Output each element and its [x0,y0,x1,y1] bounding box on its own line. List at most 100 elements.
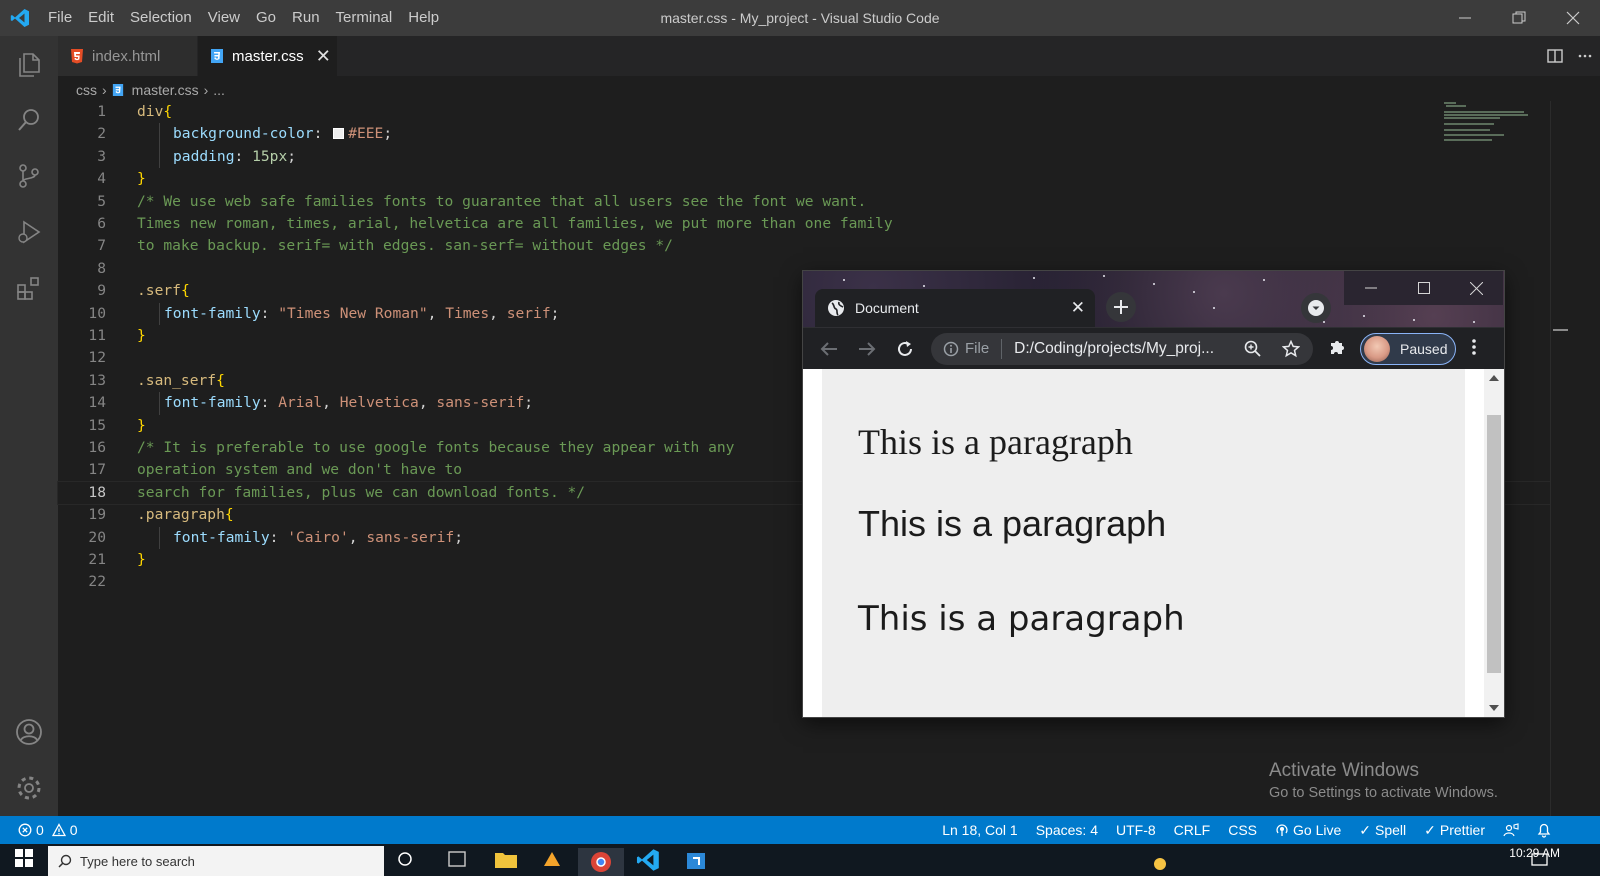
weather-icon[interactable] [1148,848,1172,872]
taskbar-search-box[interactable]: Type here to search [48,846,384,876]
menu-bar: File Edit Selection View Go Run Terminal… [40,0,447,36]
menu-terminal[interactable]: Terminal [328,0,401,36]
css-value: 'Cairo' [287,528,349,546]
menu-help[interactable]: Help [400,0,447,36]
menu-edit[interactable]: Edit [80,0,122,36]
browser-close-button[interactable] [1450,271,1503,305]
editor-scrollbar[interactable] [1550,101,1564,816]
line-number: 8 [97,259,106,277]
cursor-position[interactable]: Ln 18, Col 1 [933,822,1027,838]
settings-gear-icon[interactable] [0,760,58,816]
css-value: 15px [252,147,288,165]
reload-icon[interactable] [893,337,917,361]
widgets-icon[interactable] [446,848,470,872]
extensions-puzzle-icon[interactable] [1328,337,1348,361]
chrome-taskbar-icon[interactable] [578,848,624,876]
browser-menu-icon[interactable] [1471,337,1477,362]
breadcrumb: css › master.css › ... [76,80,225,100]
forward-arrow-icon[interactable] [855,337,879,361]
restore-button[interactable] [1492,0,1546,36]
windows-start-icon[interactable] [14,848,38,872]
end-of-line[interactable]: CRLF [1165,822,1220,838]
paragraph-cairo: This is a paragraph [858,599,1185,639]
scrollbar-thumb[interactable] [1487,415,1501,673]
breadcrumb-symbols[interactable]: ... [213,82,225,98]
explorer-icon[interactable] [0,36,58,92]
html5-file-icon [70,48,84,64]
browser-minimize-button[interactable] [1344,271,1397,305]
minimize-button[interactable] [1438,0,1492,36]
language-mode[interactable]: CSS [1219,822,1266,838]
browser-tab-document[interactable]: Document ✕ [815,289,1095,327]
line-number: 12 [88,349,106,367]
split-editor-icon[interactable] [1540,48,1570,64]
code-line: 6 Times new roman, times, arial, helvetic… [58,213,1550,235]
back-arrow-icon[interactable] [817,337,841,361]
check-icon: ✓ [1359,821,1371,838]
search-icon[interactable] [0,92,58,148]
tab-master-css[interactable]: master.css ✕ [198,36,338,76]
close-window-button[interactable] [1546,0,1600,36]
problems-indicator[interactable]: 0 0 [18,816,78,844]
close-tab-icon[interactable]: ✕ [1071,298,1085,318]
windows-taskbar: Type here to search 10:29 AM [0,844,1600,876]
code-comment: to make backup. serif= with edges. san-s… [137,237,673,255]
menu-run[interactable]: Run [284,0,328,36]
spell-check-button[interactable]: ✓ Spell [1350,822,1415,839]
line-number: 11 [88,327,106,344]
address-bar[interactable]: File D:/Coding/projects/My_proj... [931,333,1313,365]
page-div: This is a paragraph This is a paragraph … [822,369,1465,717]
scroll-up-arrow-icon[interactable] [1489,375,1499,381]
breadcrumb-file[interactable]: master.css [132,82,199,98]
info-icon[interactable] [943,341,959,357]
store-app-icon[interactable] [684,848,708,872]
url-text[interactable]: D:/Coding/projects/My_proj... [1014,340,1234,358]
accounts-icon[interactable] [0,704,58,760]
file-explorer-icon[interactable] [494,848,518,872]
menu-file[interactable]: File [40,0,80,36]
extensions-icon[interactable] [0,260,58,316]
browser-window: Document ✕ File D:/Coding/projects/My_pr… [803,271,1504,717]
task-view-icon[interactable] [396,848,420,872]
line-number: 1 [97,103,106,120]
notification-center-icon[interactable] [1530,848,1554,872]
source-control-icon[interactable] [0,148,58,204]
menu-selection[interactable]: Selection [122,0,200,36]
paragraph-sans-serif: This is a paragraph [858,503,1167,544]
feedback-icon[interactable] [1494,823,1528,837]
tab-label: master.css [232,47,304,65]
line-number: 2 [97,125,106,143]
code-comment: /* It is preferable to use google fonts … [137,439,735,456]
tab-index-html[interactable]: index.html [58,36,198,76]
zoom-icon[interactable] [1243,339,1263,359]
browser-maximize-button[interactable] [1397,271,1450,305]
paint-app-icon[interactable] [540,848,564,872]
profile-button[interactable]: Paused [1360,333,1456,365]
line-number: 7 [97,237,106,255]
more-actions-icon[interactable] [1570,48,1600,64]
code-comment: operation system and we don't have to [137,461,463,479]
activity-bar [0,36,58,834]
go-live-button[interactable]: Go Live [1266,822,1350,838]
minimap[interactable] [1442,101,1554,145]
tab-label: index.html [92,47,161,65]
breadcrumb-folder[interactable]: css [76,82,97,98]
prettier-button[interactable]: ✓ Prettier [1415,822,1494,839]
close-tab-icon[interactable]: ✕ [316,46,331,67]
editor-tab-bar: index.html master.css ✕ [58,36,1600,76]
menu-view[interactable]: View [200,0,248,36]
tab-search-button[interactable] [1301,293,1331,323]
indentation[interactable]: Spaces: 4 [1027,822,1107,838]
css-property: font-family [164,304,261,322]
run-debug-icon[interactable] [0,204,58,260]
color-swatch[interactable] [333,128,345,140]
bookmark-star-icon[interactable] [1281,339,1301,359]
new-tab-button[interactable] [1106,292,1136,322]
file-encoding[interactable]: UTF-8 [1107,822,1165,838]
error-count: 0 [36,822,44,838]
notifications-bell-icon[interactable] [1528,822,1560,838]
menu-go[interactable]: Go [248,0,284,36]
scroll-down-arrow-icon[interactable] [1489,705,1499,711]
vscode-taskbar-icon[interactable] [636,848,660,872]
page-scrollbar[interactable] [1484,369,1504,717]
